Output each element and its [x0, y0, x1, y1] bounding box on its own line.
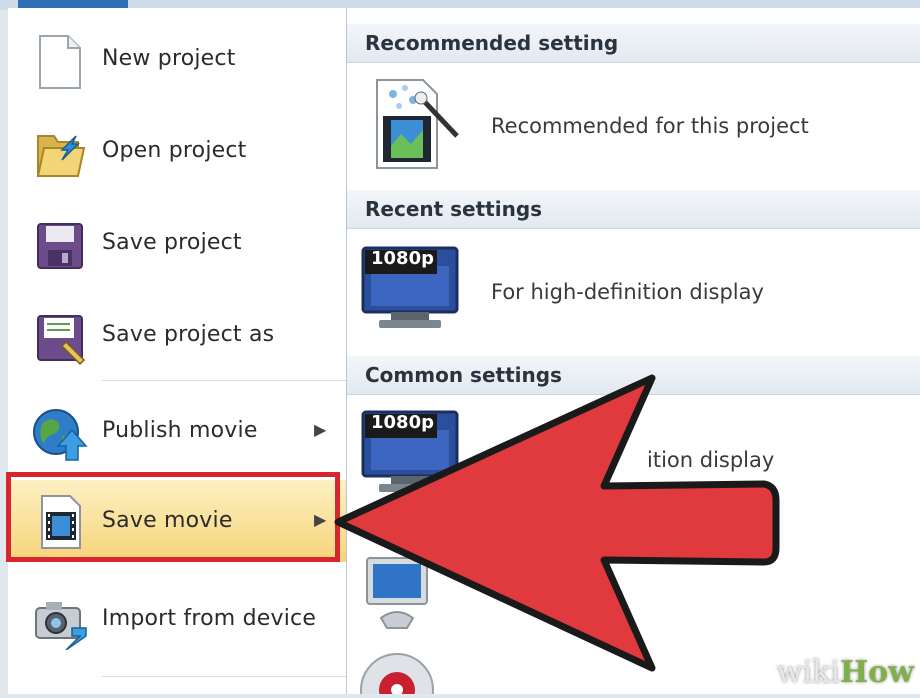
annotation-arrow: [334, 374, 780, 672]
wikihow-watermark: wikiHow: [777, 655, 914, 690]
red-arrow-shape: [334, 374, 780, 672]
watermark-prefix: wiki: [776, 655, 840, 690]
watermark-suffix: How: [839, 655, 914, 690]
